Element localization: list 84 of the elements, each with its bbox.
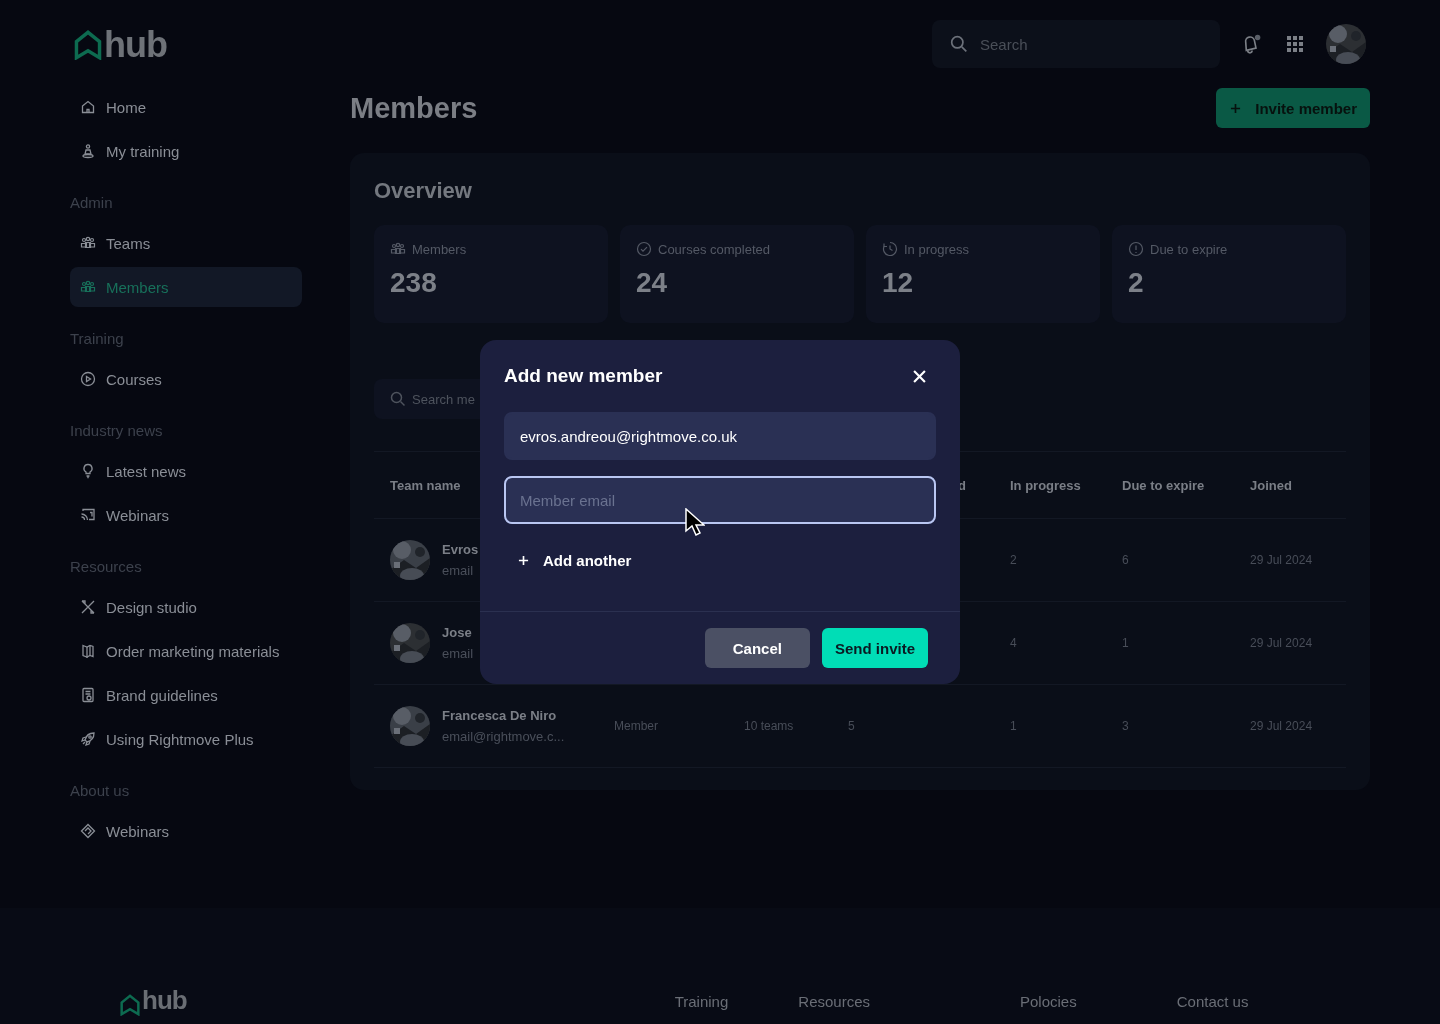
map-icon [80,643,96,659]
table-cell: 1 [1010,719,1017,733]
table-cell: 10 teams [744,719,794,733]
nav-item[interactable]: Order marketing materials [70,631,302,671]
plus-icon [518,555,529,566]
section-heading: Training [70,329,125,349]
check-circle-icon [636,241,652,257]
nav-item[interactable]: Webinars [70,495,302,535]
footer-link[interactable]: Training [674,993,729,1010]
table-cell: 4 [1010,636,1017,650]
add-another-button[interactable]: Add another [504,544,646,577]
stat-value: 238 [390,267,438,299]
search-icon [950,35,968,53]
cancel-button[interactable]: Cancel [704,628,810,668]
section-heading: About us [70,781,131,801]
column-header: Joined [1250,477,1292,493]
lightbulb-icon [80,463,96,479]
hub-logo[interactable]: hub [120,985,187,1016]
group-icon [390,241,406,257]
alert-icon [1128,241,1144,257]
column-header: Team name [390,477,461,493]
stat-label: Members [412,241,467,257]
member-name: Jose [442,625,473,640]
search-field[interactable]: Search [932,20,1220,68]
table-cell: 3 [1122,719,1129,733]
table-cell: 29 Jul 2024 [1250,553,1313,567]
person-icon [80,143,96,159]
table-cell: 5 [848,719,855,733]
table-cell: 6 [1122,553,1129,567]
section-heading: Resources [70,557,143,577]
nav-item[interactable]: Teams [70,223,302,263]
nav-item[interactable]: Using Rightmove Plus [70,719,302,759]
footer-link[interactable]: Resources [798,993,870,1010]
column-header: In progress [1010,477,1081,493]
document-icon [80,687,96,703]
section-heading: Industry news [70,421,164,441]
member-email: email [442,563,475,578]
cursor-icon [685,508,705,536]
stat-label: In progress [904,241,970,257]
table-cell: Member [614,719,658,733]
nav-item[interactable]: Brand guidelines [70,675,302,715]
nav-item[interactable]: My training [70,131,302,171]
send-invite-button[interactable]: Send invite [821,628,928,668]
hub-logo[interactable]: hub [74,24,167,60]
rocket-icon [80,731,96,747]
stat-value: 12 [882,267,915,299]
cast-icon [80,507,96,523]
tools-icon [80,599,96,615]
play-icon [80,371,96,387]
group-icon [80,235,96,251]
table-cell: 1 [1122,636,1129,650]
dialog-title: Add new member [504,365,663,387]
footer-link[interactable]: Polocies [1020,993,1077,1010]
page-title: Members [350,91,478,125]
member-email: email@rightmove.c... [442,729,565,744]
grid-icon [1286,35,1304,53]
nav-item[interactable]: Home [70,87,302,127]
nav-item[interactable]: Design studio [70,587,302,627]
stat-value: 2 [1128,267,1145,299]
table-cell: 29 Jul 2024 [1250,636,1313,650]
table-cell: 29 Jul 2024 [1250,719,1313,733]
email-field[interactable]: Member email [504,476,936,524]
stat-label: Due to expire [1150,241,1228,257]
stat-value: 24 [636,267,669,299]
member-name: Evros [442,542,479,557]
clock-icon [882,241,898,257]
column-header: Due to expire [1122,477,1205,493]
nav-item[interactable]: Latest news [70,451,302,491]
close-icon [913,369,926,383]
section-title: Overview [374,177,473,205]
search-placeholder: Search me [412,391,475,407]
plus-icon [1230,102,1242,114]
nav-item[interactable]: Courses [70,359,302,399]
member-name: Francesca De Niro [442,708,558,723]
email-field[interactable]: evros.andreou@rightmove.co.uk [504,412,936,460]
nav-item[interactable]: Webinars [70,811,302,851]
stat-label: Courses completed [658,241,770,257]
group-icon [80,279,96,295]
table-cell: 2 [1010,553,1017,567]
home-icon [80,99,96,115]
section-heading: Admin [70,193,114,213]
search-icon [390,391,406,407]
member-email: email [442,646,474,661]
footer-link[interactable]: Contact us [1176,993,1249,1010]
